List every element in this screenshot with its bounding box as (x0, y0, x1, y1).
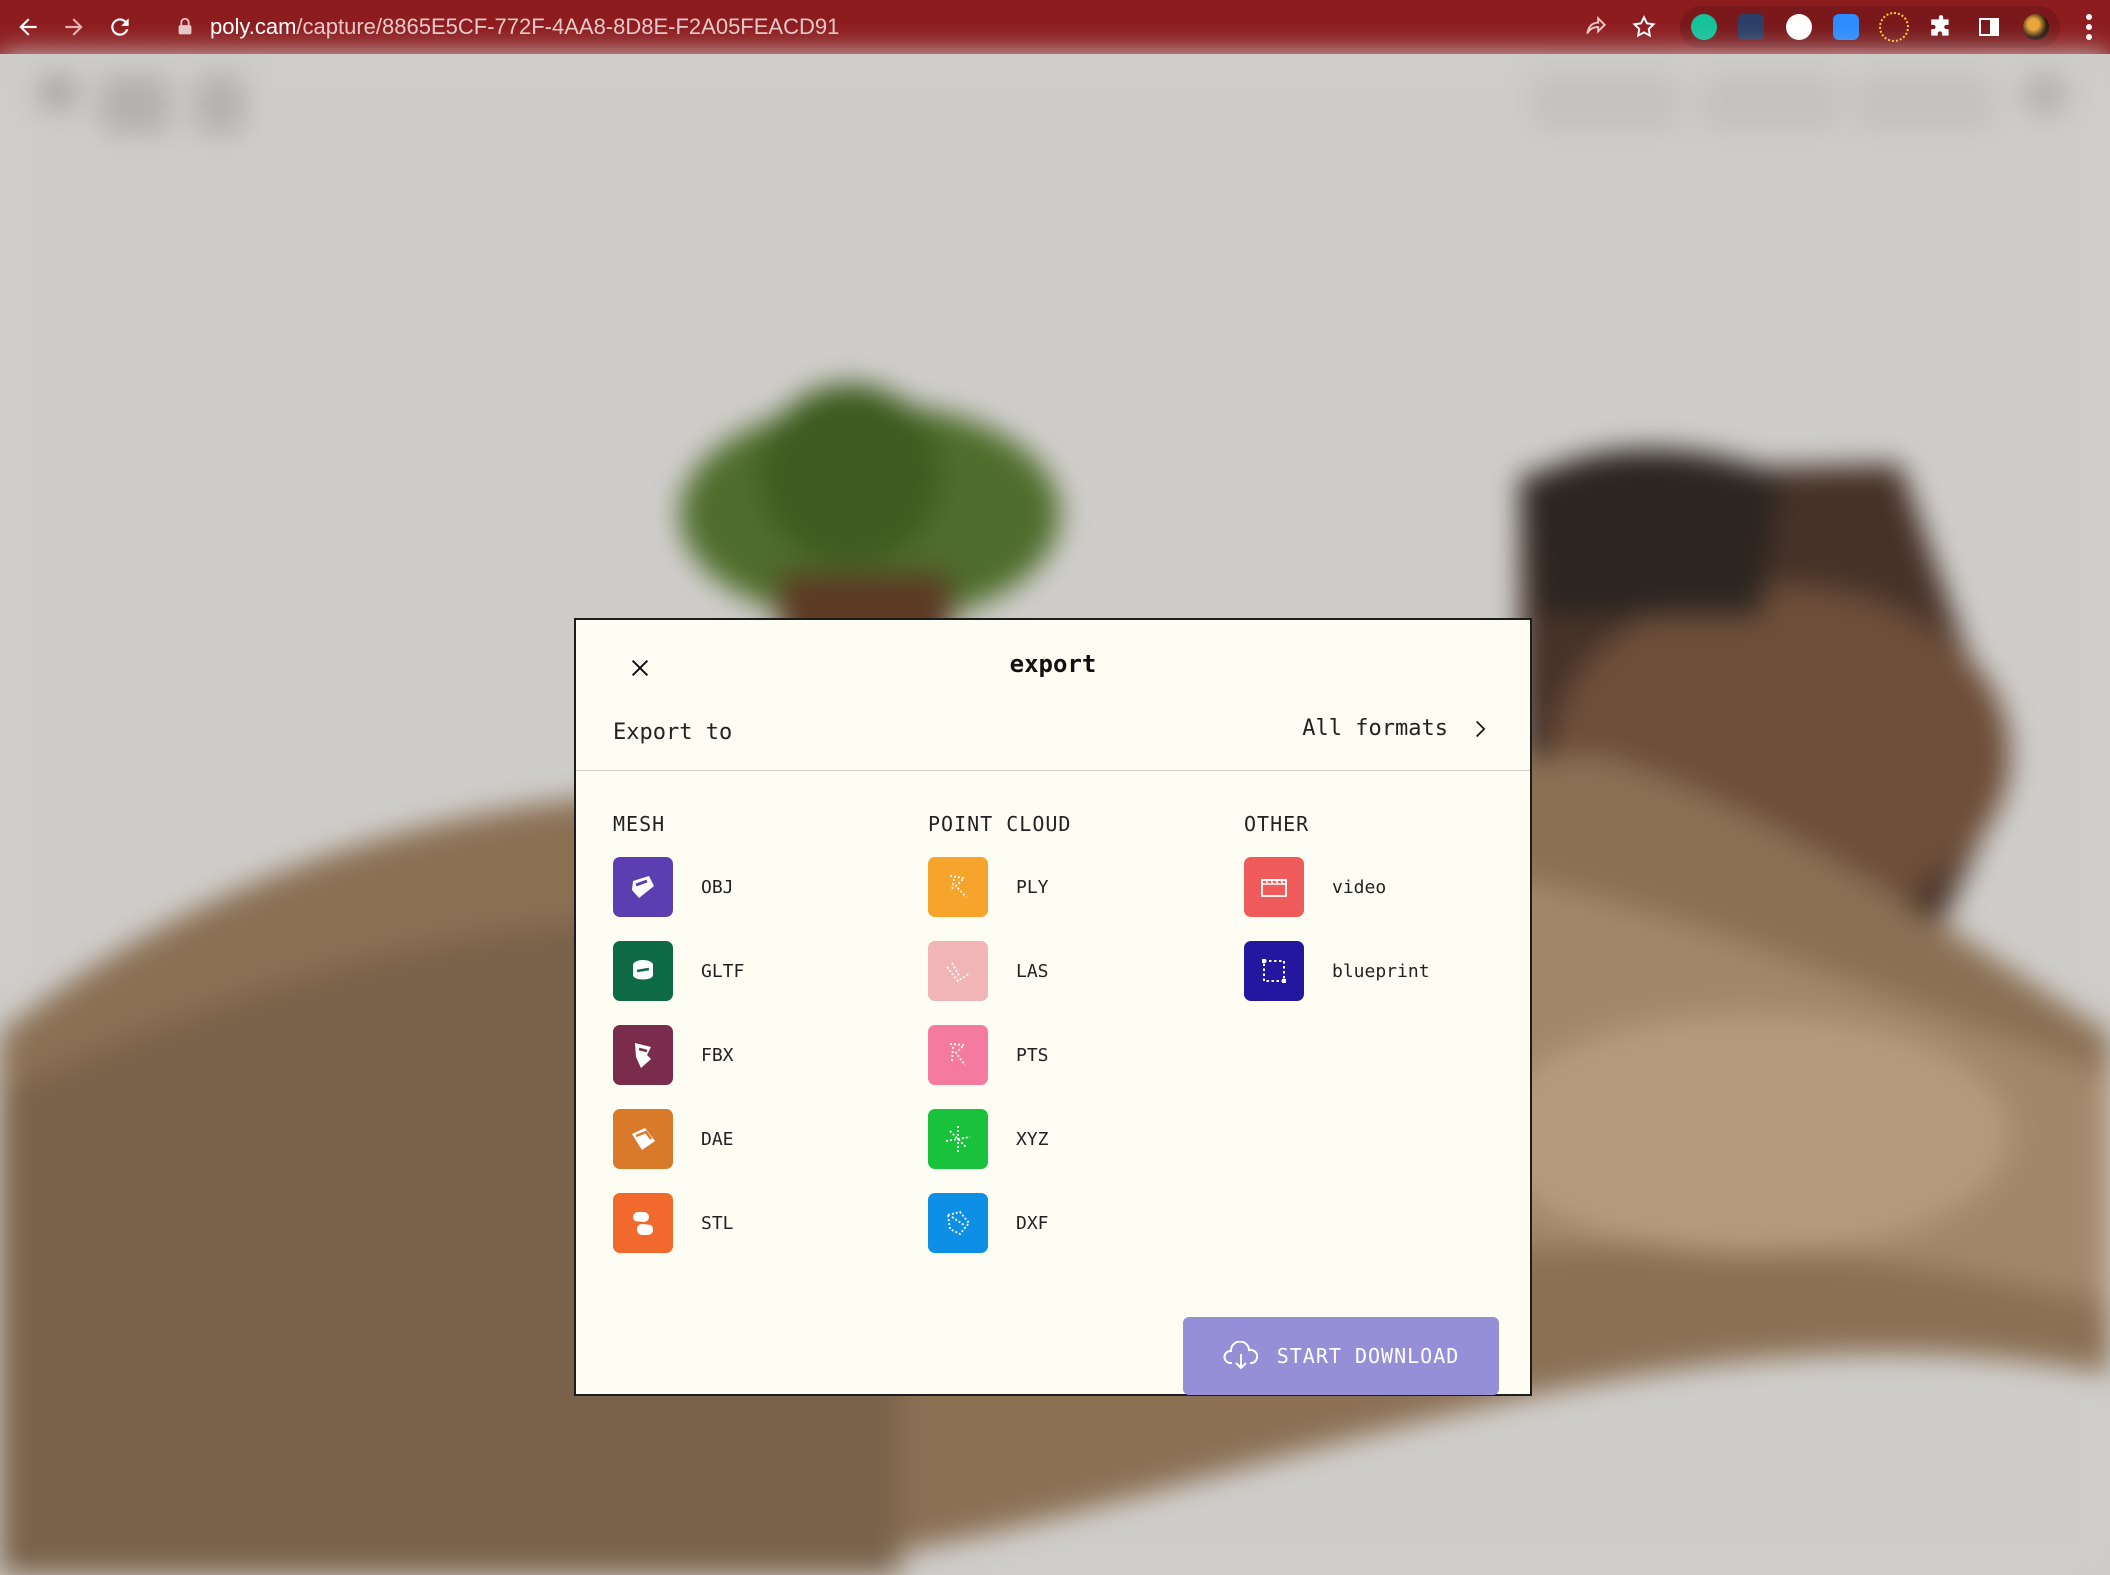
point-cloud-heading: POINT CLOUD (928, 812, 1072, 836)
format-label: PTS (1016, 1044, 1049, 1066)
format-pts[interactable]: PTS (928, 1024, 1071, 1086)
start-download-button[interactable]: START DOWNLOAD (1183, 1317, 1499, 1395)
format-label: XYZ (1016, 1128, 1049, 1150)
cloud-download-icon (1223, 1341, 1258, 1370)
format-fbx[interactable]: FBX (613, 1024, 744, 1086)
las-icon (928, 941, 988, 1001)
lock-icon (178, 17, 192, 35)
mesh-heading: MESH (613, 812, 666, 836)
format-stl[interactable]: STL (613, 1192, 744, 1254)
other-heading: OTHER (1244, 812, 1310, 836)
format-label: DAE (701, 1128, 734, 1150)
format-label: DXF (1016, 1212, 1049, 1234)
export-to-label: Export to (613, 720, 733, 745)
all-formats-label: All formats (1302, 716, 1448, 741)
address-bar[interactable]: poly.cam/capture/8865E5CF-772F-4AA8-8D8E… (158, 5, 1673, 49)
other-column: OTHER video blueprint (1244, 812, 1430, 1024)
format-blueprint[interactable]: blueprint (1244, 940, 1430, 1002)
ply-icon (928, 857, 988, 917)
dxf-icon (928, 1193, 988, 1253)
format-dxf[interactable]: DXF (928, 1192, 1071, 1254)
video-icon (1244, 857, 1304, 917)
gltf-icon (613, 941, 673, 1001)
extensions-bar (1680, 6, 2060, 48)
format-las[interactable]: LAS (928, 940, 1071, 1002)
browser-menu-icon[interactable] (2084, 12, 2094, 42)
fbx-icon (613, 1025, 673, 1085)
blueprint-icon (1244, 941, 1304, 1001)
format-label: OBJ (701, 876, 734, 898)
format-label: STL (701, 1212, 734, 1234)
format-label: PLY (1016, 876, 1049, 898)
stl-icon (613, 1193, 673, 1253)
dialog-title: export (1009, 650, 1097, 678)
zoom-extension-icon[interactable] (1823, 6, 1871, 48)
format-gltf[interactable]: GLTF (613, 940, 744, 1002)
url-text: poly.cam/capture/8865E5CF-772F-4AA8-8D8E… (210, 14, 840, 39)
reload-icon[interactable] (102, 9, 138, 45)
back-arrow-icon[interactable] (10, 9, 46, 45)
chevron-right-icon (1476, 720, 1486, 737)
format-label: LAS (1016, 960, 1049, 982)
share-icon[interactable] (1581, 12, 1611, 42)
obj-icon (613, 857, 673, 917)
puzzle-extensions-icon[interactable] (1918, 6, 1966, 48)
divider (576, 770, 1530, 771)
grammarly-icon[interactable] (1680, 6, 1728, 48)
profile-avatar[interactable] (2013, 6, 2061, 48)
format-video[interactable]: video (1244, 856, 1430, 918)
bookmark-star-icon[interactable] (1629, 12, 1659, 42)
browser-toolbar: poly.cam/capture/8865E5CF-772F-4AA8-8D8E… (0, 0, 2110, 54)
mesh-column: MESH OBJ GLTF FBX DAE STL (613, 812, 744, 1276)
point-cloud-column: POINT CLOUD PLY LAS PTS XYZ DXF (928, 812, 1071, 1276)
all-formats-link[interactable]: All formats (1302, 716, 1490, 741)
extension-dots-icon[interactable] (1728, 6, 1776, 48)
shield-extension-icon[interactable] (1775, 6, 1823, 48)
format-label: blueprint (1332, 960, 1430, 982)
format-label: video (1332, 876, 1387, 898)
pts-icon (928, 1025, 988, 1085)
forward-arrow-icon[interactable] (56, 9, 92, 45)
format-label: GLTF (701, 960, 745, 982)
format-ply[interactable]: PLY (928, 856, 1071, 918)
format-label: FBX (701, 1044, 734, 1066)
format-dae[interactable]: DAE (613, 1108, 744, 1170)
download-label: START DOWNLOAD (1276, 1344, 1460, 1368)
side-panel-icon[interactable] (1965, 6, 2013, 48)
dae-icon (613, 1109, 673, 1169)
sparkle-extension-icon[interactable] (1870, 6, 1918, 48)
format-xyz[interactable]: XYZ (928, 1108, 1071, 1170)
xyz-icon (928, 1109, 988, 1169)
export-dialog: export Export to All formats MESH OBJ GL… (574, 618, 1532, 1396)
format-obj[interactable]: OBJ (613, 856, 744, 918)
